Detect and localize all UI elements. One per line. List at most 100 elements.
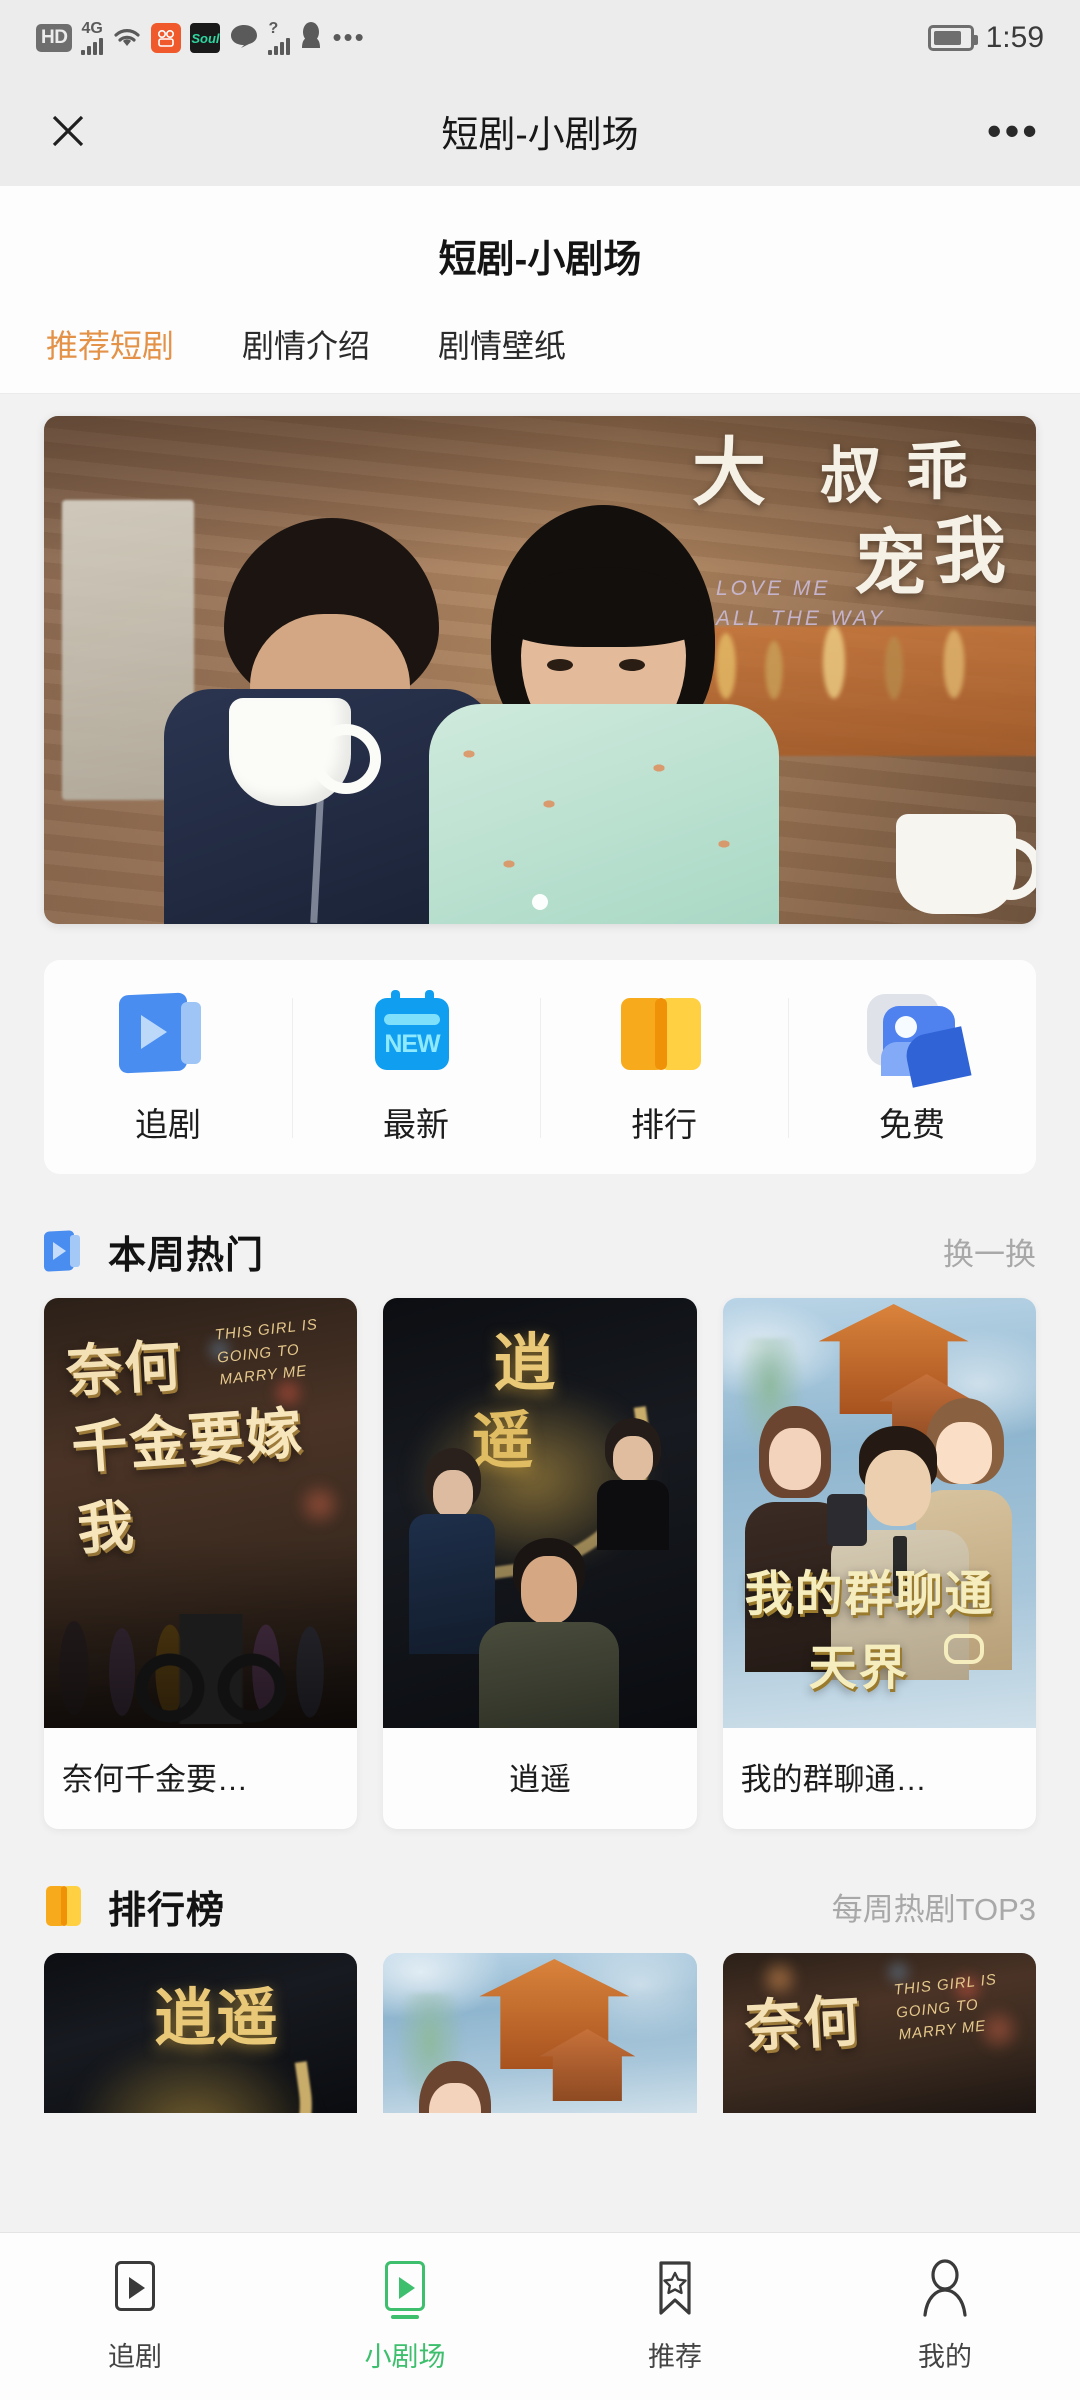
ranking-subtitle: 每周热剧TOP3 [831, 1891, 1036, 1927]
close-icon[interactable] [40, 103, 96, 159]
chat-bubble-icon [943, 1634, 984, 1664]
bottom-nav-recommend[interactable]: 推荐 [540, 2259, 810, 2374]
hero-banner-container: 大 叔 乖 宠 我 LOVE ME ALL THE WAY [0, 394, 1080, 924]
quick-action-follow-drama[interactable]: 追剧 [44, 990, 292, 1146]
play-book-icon [44, 1229, 86, 1273]
page-header: 短剧-小剧场 推荐短剧 剧情介绍 剧情壁纸 [0, 186, 1080, 394]
section-title: 本周热门 [108, 1234, 265, 1277]
signal-secondary-icon: ? [268, 20, 291, 55]
banner-title-char-5: 我 [934, 512, 1009, 592]
play-book-icon [119, 990, 217, 1076]
bottom-nav-follow-drama[interactable]: 追剧 [0, 2259, 270, 2374]
banner-title-char-2: 叔 [820, 442, 885, 511]
calendar-new-badge: NEW [384, 1030, 440, 1058]
signal-question-label: ? [268, 20, 279, 37]
banner-pagination-dot[interactable] [532, 894, 548, 910]
app-orange-icon [151, 23, 182, 53]
more-horizontal-icon[interactable]: ••• [987, 109, 1040, 150]
clock-time: 1:59 [985, 21, 1044, 54]
bottom-nav-profile[interactable]: 我的 [810, 2259, 1080, 2374]
ranking-bars-icon [44, 1884, 86, 1928]
qq-penguin-icon [299, 21, 323, 56]
ranking-card[interactable]: 逍遥 [44, 1953, 358, 2113]
banner-coffee-cup [229, 698, 381, 806]
wifi-icon [112, 26, 142, 50]
tab-recommended-dramas[interactable]: 推荐短剧 [46, 321, 174, 367]
quick-action-newest[interactable]: NEW 最新 [292, 990, 540, 1146]
message-bubble-icon [229, 23, 259, 54]
banner-title-char-3: 乖 [906, 438, 971, 507]
quick-action-label: 免费 [879, 1106, 945, 1143]
bottom-nav-theater[interactable]: 小剧场 [270, 2259, 540, 2374]
drama-card[interactable]: 奈何 千金要嫁我 THIS GIRL IS GOING TO MARRY ME … [44, 1298, 358, 1829]
ranking-card-row: 逍遥 奈何 THIS GIRL IS GOING TO MARRY ME [0, 1937, 1080, 2113]
ranking-bars-icon [615, 990, 713, 1076]
ranking-card[interactable]: 奈何 THIS GIRL IS GOING TO MARRY ME [722, 1953, 1036, 2113]
page-title: 短剧-小剧场 [438, 239, 642, 281]
network-type-label: 4G [81, 20, 103, 37]
banner-title-char-1: 大 [692, 431, 768, 514]
quick-action-label: 排行 [631, 1106, 697, 1143]
battery-icon [927, 25, 978, 51]
bottom-nav-label: 我的 [918, 2342, 972, 2372]
ranking-poster-english: THIS GIRL IS GOING TO MARRY ME [893, 1971, 998, 2044]
drama-poster: 奈何 千金要嫁我 THIS GIRL IS GOING TO MARRY ME [44, 1298, 358, 1728]
status-more-dots-icon: ••• [332, 22, 366, 53]
hd-icon: HD [36, 24, 73, 52]
poster-title-line1: 我的群聊通 [744, 1568, 995, 1621]
poster-title-line1: 逍 [493, 1330, 556, 1398]
banner-title-overlay: 大 叔 乖 宠 我 LOVE ME ALL THE WAY [688, 424, 1018, 664]
drama-poster: 我的群聊通 天界 [722, 1298, 1036, 1728]
section-title: 排行榜 [108, 1889, 226, 1932]
scroll-content[interactable]: 大 叔 乖 宠 我 LOVE ME ALL THE WAY 追剧 NEW 最新 … [0, 394, 1080, 2319]
banner-mug-decor [896, 814, 1036, 914]
ranking-poster-title: 逍遥 [154, 1985, 279, 2053]
bottom-nav-label: 追剧 [108, 2342, 162, 2372]
status-bar-left-icons: HD 4G Soul ? ••• [36, 21, 928, 56]
bookmark-star-icon [647, 2259, 703, 2319]
drama-card[interactable]: 我的群聊通 天界 我的群聊通… [722, 1298, 1036, 1829]
quick-action-free[interactable]: 免费 [788, 990, 1036, 1146]
ranking-card[interactable] [383, 1953, 697, 2113]
calendar-new-icon: NEW [367, 990, 465, 1076]
drama-card-title: 奈何千金要… [62, 1762, 248, 1797]
bottom-nav-label: 小剧场 [364, 2342, 446, 2372]
person-icon [917, 2259, 973, 2319]
quick-actions-panel: 追剧 NEW 最新 排行 免费 [44, 960, 1036, 1174]
weekly-hot-card-grid: 奈何 千金要嫁我 THIS GIRL IS GOING TO MARRY ME … [0, 1282, 1080, 1829]
screen-play-icon [107, 2259, 163, 2319]
quick-action-ranking[interactable]: 排行 [540, 990, 788, 1146]
navigation-bar: 短剧-小剧场 ••• [0, 76, 1080, 186]
section-header-weekly-hot: 本周热门 换一换 [0, 1220, 1080, 1282]
poster-title-line1: 奈何 [64, 1334, 184, 1403]
soul-app-icon: Soul [190, 23, 221, 53]
theater-screen-icon [377, 2259, 433, 2319]
signal-bars-secondary-icon [268, 37, 291, 55]
banner-subtitle-line2: ALL THE WAY [716, 607, 886, 631]
poster-title-line2: 天界 [808, 1642, 909, 1695]
bottom-nav-label: 推荐 [648, 2342, 702, 2372]
image-gallery-icon [863, 990, 972, 1088]
quick-action-label: 最新 [383, 1106, 449, 1143]
tab-plot-wallpaper[interactable]: 剧情壁纸 [438, 321, 566, 367]
refresh-link[interactable]: 换一换 [943, 1229, 1036, 1274]
poster-figure-c [479, 1538, 620, 1728]
navbar-title: 短剧-小剧场 [441, 114, 639, 155]
tab-plot-introduction[interactable]: 剧情介绍 [242, 321, 370, 367]
section-header-ranking: 排行榜 每周热剧TOP3 [0, 1875, 1080, 1937]
ranking-poster-title: 奈何 [743, 1989, 863, 2058]
tab-bar: 推荐短剧 剧情介绍 剧情壁纸 [0, 283, 1080, 394]
banner-subtitle: LOVE ME ALL THE WAY [716, 574, 886, 635]
drama-card-title: 逍遥 [508, 1762, 571, 1797]
hero-banner[interactable]: 大 叔 乖 宠 我 LOVE ME ALL THE WAY [44, 416, 1036, 924]
quick-action-label: 追剧 [135, 1106, 201, 1143]
status-bar: HD 4G Soul ? ••• 1:59 [0, 0, 1080, 76]
poster-figure-a [399, 2061, 511, 2113]
drama-card[interactable]: 逍 遥 逍遥 [383, 1298, 697, 1829]
drama-card-title: 我的群聊通… [740, 1762, 927, 1797]
banner-subtitle-line1: LOVE ME [716, 577, 831, 600]
bottom-navigation-bar: 追剧 小剧场 推荐 我的 [0, 2232, 1080, 2400]
drama-poster: 逍 遥 [383, 1298, 697, 1728]
signal-bars-icon [81, 37, 104, 55]
poster-figure-b [593, 1418, 673, 1550]
